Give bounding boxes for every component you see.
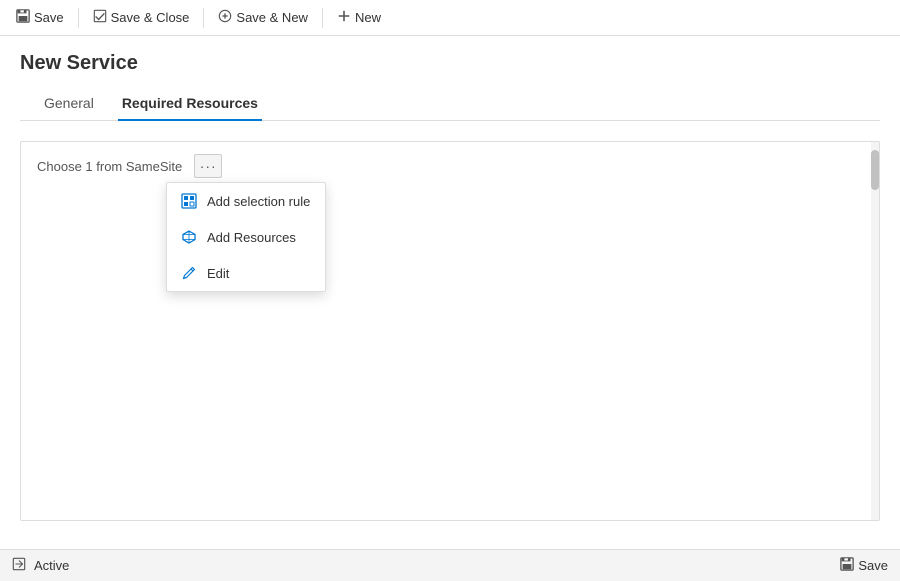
menu-item-add-resources[interactable]: Add Resources	[167, 219, 325, 255]
main-content: New Service General Required Resources C…	[0, 36, 900, 549]
menu-item-add-resources-label: Add Resources	[207, 230, 296, 245]
separator-1	[78, 8, 79, 28]
ellipsis-button[interactable]: ···	[194, 154, 222, 178]
add-resources-icon	[181, 229, 197, 245]
ellipsis-icon: ···	[200, 158, 217, 174]
new-icon	[337, 9, 351, 26]
resource-row: Choose 1 from SameSite ···	[21, 142, 879, 190]
save-close-button[interactable]: Save & Close	[85, 5, 198, 30]
save-close-icon	[93, 9, 107, 26]
tab-required-resources[interactable]: Required Resources	[118, 87, 262, 121]
menu-item-add-selection-rule-label: Add selection rule	[207, 194, 310, 209]
menu-item-edit-label: Edit	[207, 266, 229, 281]
tab-content-required-resources: Choose 1 from SameSite ···	[0, 121, 900, 549]
scrollbar[interactable]	[871, 142, 879, 520]
context-menu: Add selection rule Add Re	[166, 182, 326, 292]
resource-label: Choose 1 from SameSite	[37, 159, 182, 174]
status-save-button[interactable]: Save	[840, 557, 888, 574]
status-open-icon	[12, 557, 26, 574]
status-right: Save	[840, 557, 888, 574]
page-header: New Service General Required Resources	[0, 36, 900, 121]
save-new-icon	[218, 9, 232, 26]
toolbar: Save Save & Close Save & New New	[0, 0, 900, 36]
save-label: Save	[34, 10, 64, 25]
status-label: Active	[34, 558, 69, 573]
save-new-label: Save & New	[236, 10, 308, 25]
save-button[interactable]: Save	[8, 5, 72, 30]
edit-icon	[181, 265, 197, 281]
tab-general[interactable]: General	[40, 87, 98, 121]
status-left: Active	[12, 557, 69, 574]
separator-3	[322, 8, 323, 28]
new-button[interactable]: New	[329, 5, 389, 30]
save-new-button[interactable]: Save & New	[210, 5, 316, 30]
menu-item-add-selection-rule[interactable]: Add selection rule	[167, 183, 325, 219]
scrollbar-thumb[interactable]	[871, 150, 879, 190]
status-save-label: Save	[858, 558, 888, 573]
add-selection-rule-icon	[181, 193, 197, 209]
resource-section: Choose 1 from SameSite ···	[20, 141, 880, 521]
new-label: New	[355, 10, 381, 25]
separator-2	[203, 8, 204, 28]
status-bar: Active Save	[0, 549, 900, 581]
save-icon	[16, 9, 30, 26]
save-close-label: Save & Close	[111, 10, 190, 25]
tab-bar: General Required Resources	[20, 87, 880, 121]
page-title: New Service	[20, 52, 880, 75]
status-save-icon	[840, 557, 854, 574]
menu-item-edit[interactable]: Edit	[167, 255, 325, 291]
